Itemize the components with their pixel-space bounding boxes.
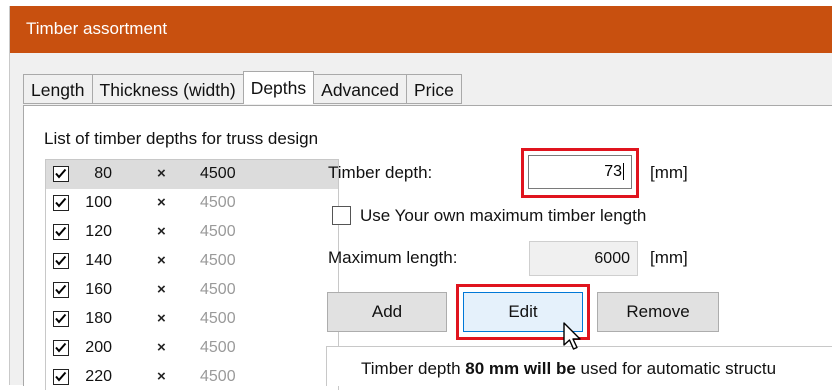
tab-thickness[interactable]: Thickness (width): [91, 74, 243, 104]
list-item[interactable]: 80 × 4500: [46, 160, 338, 189]
checkmark-icon: [55, 226, 67, 237]
times-separator: ×: [157, 281, 166, 298]
tab-length[interactable]: Length: [23, 74, 92, 104]
list-item-checkbox[interactable]: [53, 253, 69, 269]
tab-depths[interactable]: Depths: [242, 71, 315, 104]
max-length-value: 6000: [594, 250, 630, 267]
tab-advanced[interactable]: Advanced: [314, 74, 406, 104]
list-item-depth: 120: [85, 223, 112, 240]
times-separator: ×: [157, 310, 166, 327]
times-separator: ×: [157, 368, 166, 385]
list-item-checkbox[interactable]: [53, 166, 69, 182]
own-length-label[interactable]: Use Your own maximum timber length: [360, 206, 646, 226]
list-item[interactable]: 220 × 4500: [46, 363, 338, 390]
list-item-length: 4500: [200, 223, 236, 240]
list-item[interactable]: 100 × 4500: [46, 189, 338, 218]
checkmark-icon: [55, 197, 67, 208]
list-item-depth: 140: [85, 252, 112, 269]
timber-depth-input[interactable]: 73: [528, 155, 632, 189]
list-item-depth: 100: [85, 194, 112, 211]
times-separator: ×: [157, 339, 166, 356]
list-item-length: 4500: [200, 252, 236, 269]
max-length-unit: [mm]: [650, 248, 688, 267]
depth-list[interactable]: 80 × 4500 100 × 4500 120 × 4500 140 × 4500 160 × 4500 1…: [45, 159, 339, 390]
list-item-depth: 200: [85, 339, 112, 356]
times-separator: ×: [157, 252, 166, 269]
timber-depth-value: 73: [604, 163, 622, 180]
timber-depth-label: Timber depth:: [328, 163, 433, 182]
add-button[interactable]: Add: [327, 292, 447, 332]
list-item-depth: 180: [85, 310, 112, 327]
list-item-length: 4500: [200, 194, 236, 211]
max-length-label: Maximum length:: [328, 248, 458, 267]
checkmark-icon: [55, 168, 67, 179]
checkmark-icon: [55, 284, 67, 295]
list-item-length: 4500: [200, 339, 236, 356]
times-separator: ×: [157, 223, 166, 240]
info-prefix: Timber depth: [361, 359, 466, 378]
list-item-checkbox[interactable]: [53, 195, 69, 211]
list-item[interactable]: 180 × 4500: [46, 305, 338, 334]
list-item-length: 4500: [200, 165, 236, 182]
mouse-cursor-icon: [563, 322, 581, 350]
list-item-checkbox[interactable]: [53, 369, 69, 385]
window-title: Timber assortment: [26, 19, 168, 38]
list-item-length: 4500: [200, 368, 236, 385]
list-item-depth: 220: [85, 368, 112, 385]
checkmark-icon: [55, 255, 67, 266]
list-item[interactable]: 160 × 4500: [46, 276, 338, 305]
list-item-length: 4500: [200, 281, 236, 298]
tab-price[interactable]: Price: [405, 74, 462, 104]
list-item-depth: 80: [94, 165, 112, 182]
timber-assortment-window: Timber assortment Length Thickness (widt…: [9, 6, 832, 390]
info-text: Timber depth 80 mm will be used for auto…: [361, 359, 776, 379]
timber-depth-unit: [mm]: [650, 163, 688, 182]
info-bold: 80 mm will be: [465, 359, 576, 378]
checkmark-icon: [55, 313, 67, 324]
list-item[interactable]: 140 × 4500: [46, 247, 338, 276]
times-separator: ×: [157, 165, 166, 182]
title-bar[interactable]: Timber assortment: [10, 6, 832, 53]
list-item[interactable]: 120 × 4500: [46, 218, 338, 247]
times-separator: ×: [157, 194, 166, 211]
list-item-length: 4500: [200, 310, 236, 327]
list-item-checkbox[interactable]: [53, 340, 69, 356]
remove-button[interactable]: Remove: [597, 292, 719, 332]
info-suffix: used for automatic structu: [575, 359, 777, 378]
tab-strip: Length Thickness (width) Depths Advanced…: [23, 71, 462, 106]
list-item-checkbox[interactable]: [53, 282, 69, 298]
own-length-checkbox[interactable]: [332, 206, 351, 225]
list-item[interactable]: 200 × 4500: [46, 334, 338, 363]
text-caret: [623, 163, 624, 181]
list-item-checkbox[interactable]: [53, 311, 69, 327]
depths-panel: List of timber depths for truss design 8…: [23, 105, 832, 390]
max-length-field: 6000: [529, 241, 638, 276]
list-item-depth: 160: [85, 281, 112, 298]
list-item-checkbox[interactable]: [53, 224, 69, 240]
list-caption: List of timber depths for truss design: [44, 129, 319, 148]
checkmark-icon: [55, 342, 67, 353]
checkmark-icon: [55, 371, 67, 382]
